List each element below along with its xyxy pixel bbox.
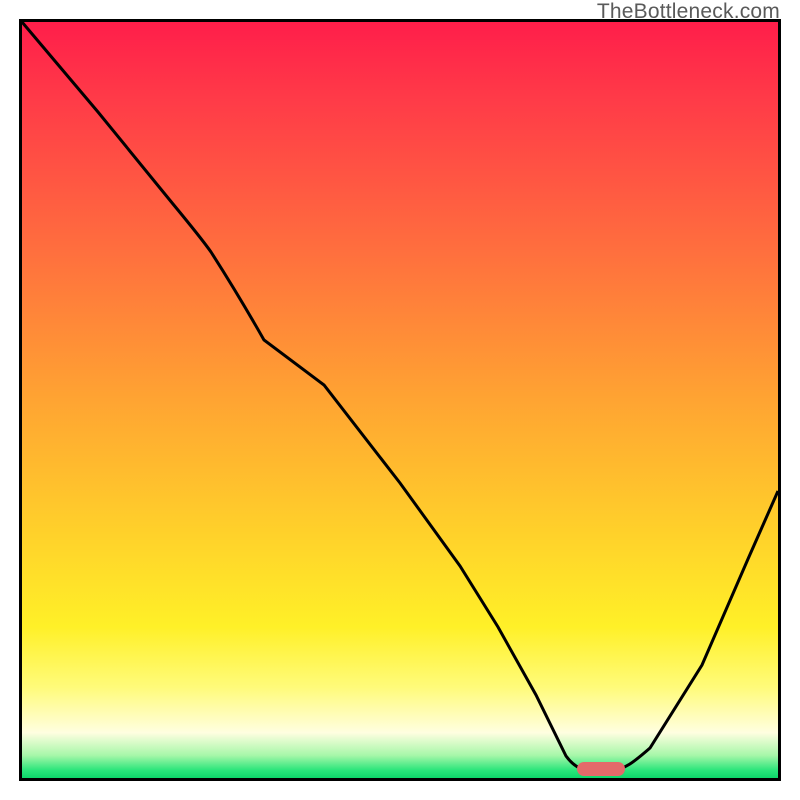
optimal-marker [577, 762, 625, 776]
chart-container: TheBottleneck.com [0, 0, 800, 800]
bottleneck-curve [22, 22, 778, 770]
curve-layer [22, 22, 778, 778]
plot-area [19, 19, 781, 781]
